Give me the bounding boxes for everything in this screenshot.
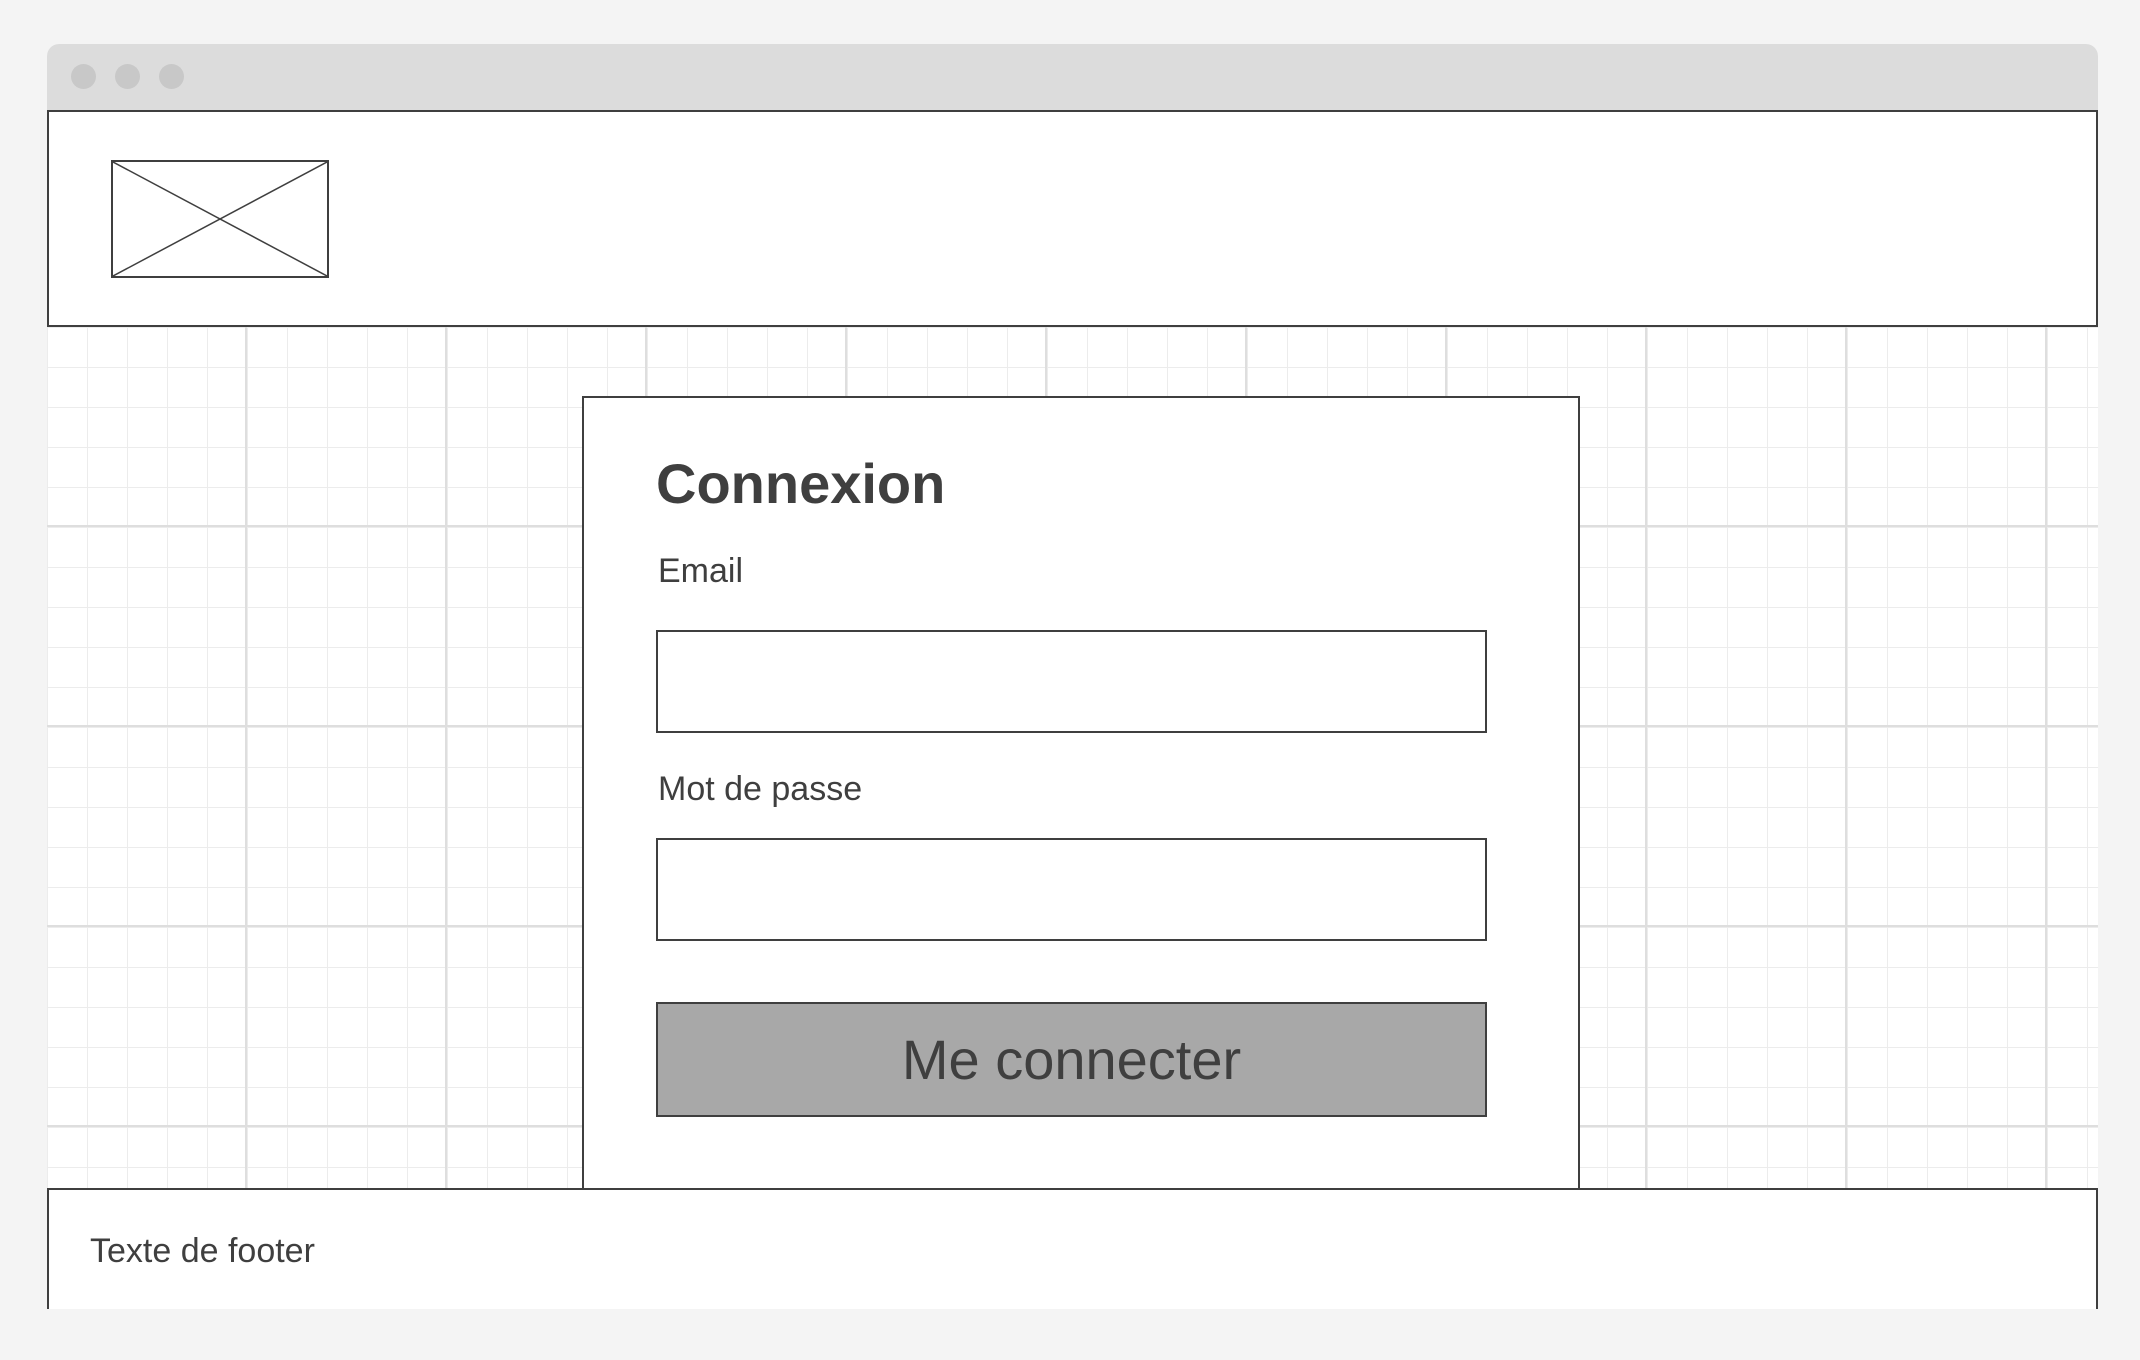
password-field[interactable] (656, 838, 1487, 941)
login-title: Connexion (656, 452, 946, 515)
site-header (47, 110, 2098, 327)
footer-text: Texte de footer (90, 1232, 315, 1270)
email-label: Email (658, 552, 744, 590)
login-card: Connexion Email Mot de passe Me connecte… (582, 396, 1580, 1195)
password-label: Mot de passe (658, 770, 863, 808)
site-footer: Texte de footer (47, 1188, 2098, 1309)
window-maximize-dot[interactable] (159, 64, 184, 89)
browser-window: Connexion Email Mot de passe Me connecte… (47, 44, 2098, 1309)
logo-placeholder-icon[interactable] (111, 160, 329, 278)
window-minimize-dot[interactable] (115, 64, 140, 89)
email-field[interactable] (656, 630, 1487, 733)
window-titlebar (47, 44, 2098, 110)
window-close-dot[interactable] (71, 64, 96, 89)
login-submit-button[interactable]: Me connecter (656, 1002, 1487, 1117)
